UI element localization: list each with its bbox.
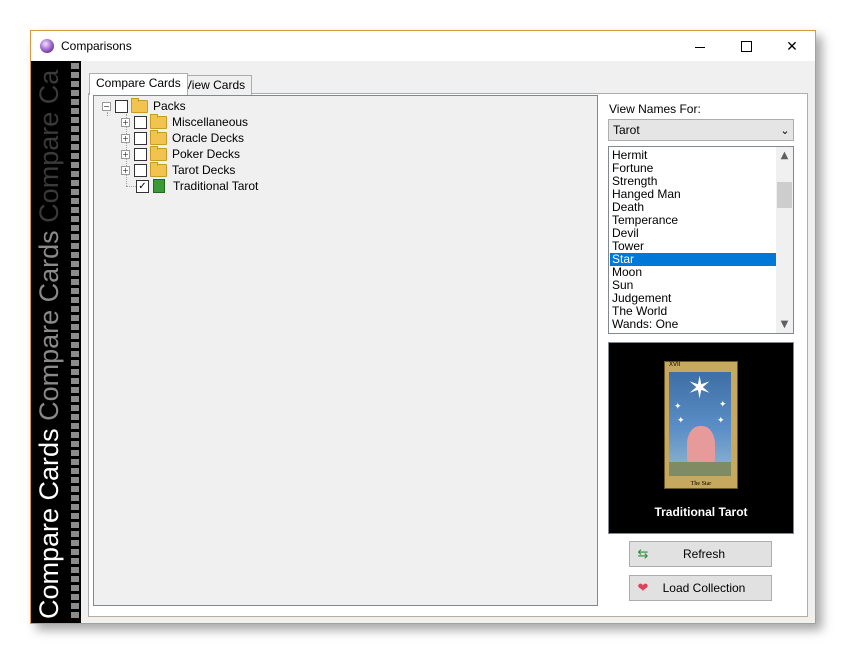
film-perforations (71, 63, 79, 621)
chevron-down-icon: ⌄ (780, 123, 790, 137)
card-artwork: ✶ ✦ ✦ ✦ ✦ (669, 372, 731, 476)
expand-icon[interactable]: + (121, 117, 130, 127)
packs-tree[interactable]: − Packs + Miscellaneous + Oracle Decks +… (93, 95, 598, 606)
list-item[interactable]: Wands: One (610, 318, 776, 331)
tree-node-miscellaneous[interactable]: + Miscellaneous (121, 113, 249, 130)
oracle-decks-checkbox[interactable] (134, 131, 147, 145)
maximize-button[interactable] (723, 31, 769, 61)
folder-icon (150, 113, 167, 129)
scroll-down-icon[interactable]: ▼ (776, 316, 793, 333)
expand-icon[interactable]: + (121, 149, 130, 159)
scroll-thumb[interactable] (777, 182, 792, 208)
app-icon (40, 39, 54, 53)
tab-view-cards[interactable]: View Cards (177, 75, 253, 95)
collapse-icon[interactable]: − (102, 101, 111, 111)
figure-illustration (687, 426, 715, 466)
sidebar-text-primary: Compare Cards (34, 428, 64, 619)
tree-node-traditional-tarot[interactable]: ✓ Traditional Tarot (136, 178, 258, 194)
maximize-icon (740, 40, 752, 52)
tree-node-label: Oracle Decks (172, 131, 245, 145)
tree-node-oracle-decks[interactable]: + Oracle Decks (121, 129, 245, 146)
refresh-button[interactable]: ⇆ Refresh (629, 541, 772, 567)
dropdown-value: Tarot (613, 123, 640, 137)
view-names-label: View Names For: (609, 102, 701, 116)
tree-node-label: Poker Decks (172, 147, 241, 161)
card-image: XVII ✶ ✦ ✦ ✦ ✦ The Star (664, 361, 738, 489)
deck-name-label: Traditional Tarot (654, 505, 748, 519)
tree-node-label: Miscellaneous (172, 115, 249, 129)
deck-icon (153, 179, 165, 193)
tree-node-poker-decks[interactable]: + Poker Decks (121, 145, 241, 162)
tree-node-label: Traditional Tarot (173, 179, 259, 193)
comparisons-window: Comparisons ✕ Compare Cards Compare Card… (30, 30, 816, 624)
minimize-button[interactable] (677, 31, 723, 61)
folder-icon (150, 129, 167, 145)
ground-illustration (669, 462, 731, 476)
list-item[interactable]: Tower (610, 240, 776, 253)
window-title: Comparisons (61, 39, 132, 53)
expand-icon[interactable]: + (121, 133, 130, 143)
folder-icon (150, 161, 167, 177)
card-names-list[interactable]: Hermit Fortune Strength Hanged Man Death Temp… (608, 146, 794, 334)
view-names-dropdown[interactable]: Tarot ⌄ (608, 119, 794, 141)
poker-decks-checkbox[interactable] (134, 147, 147, 161)
traditional-tarot-checkbox[interactable]: ✓ (136, 179, 149, 193)
tab-compare-cards[interactable]: Compare Cards (89, 73, 188, 95)
card-preview: XVII ✶ ✦ ✦ ✦ ✦ The Star Traditional Taro… (608, 342, 794, 534)
tree-node-label: Packs (153, 99, 186, 113)
star-icon: ✶ (687, 372, 713, 405)
close-icon: ✕ (786, 37, 798, 54)
folder-icon (150, 145, 167, 161)
title-bar[interactable]: Comparisons ✕ (31, 31, 815, 61)
expand-icon[interactable]: + (121, 165, 130, 175)
refresh-icon: ⇆ (637, 546, 649, 562)
folder-open-icon (131, 97, 148, 113)
load-collection-label: Load Collection (662, 581, 746, 595)
filmstrip-sidebar: Compare Cards Compare Cards Compare Ca (31, 61, 81, 623)
sidebar-text-secondary: Compare Cards (34, 230, 64, 421)
refresh-label: Refresh (682, 547, 726, 561)
heart-icon: ❤ (637, 580, 649, 596)
scroll-up-icon[interactable]: ▲ (776, 147, 793, 164)
sidebar-text-tertiary: Compare Ca (34, 69, 64, 223)
card-title: The Star (690, 481, 712, 487)
tarot-decks-checkbox[interactable] (134, 163, 147, 177)
miscellaneous-checkbox[interactable] (134, 115, 147, 129)
list-item[interactable]: Moon (610, 266, 776, 279)
tree-node-tarot-decks[interactable]: + Tarot Decks (121, 161, 236, 178)
packs-checkbox[interactable] (115, 99, 128, 113)
card-number: XVII (669, 362, 681, 368)
list-scrollbar[interactable]: ▲ ▼ (776, 147, 793, 333)
tree-node-packs[interactable]: − Packs (102, 97, 186, 114)
sidebar-vertical-text: Compare Cards Compare Cards Compare Ca (34, 70, 64, 619)
minimize-icon (695, 46, 705, 48)
close-button[interactable]: ✕ (769, 31, 815, 61)
load-collection-button[interactable]: ❤ Load Collection (629, 575, 772, 601)
tree-node-label: Tarot Decks (172, 163, 236, 177)
